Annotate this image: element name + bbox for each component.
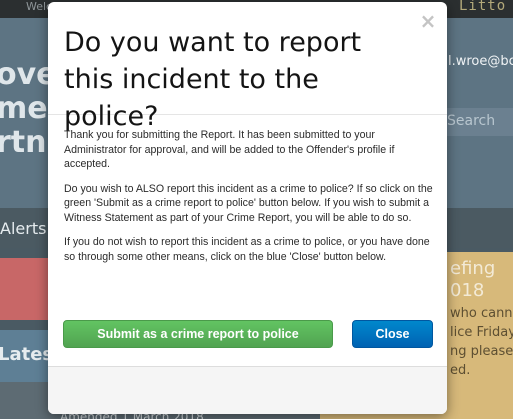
hero-line: rtn (0, 125, 47, 160)
report-police-modal: Do you want to report this incident to t… (48, 2, 447, 414)
submit-crime-report-button[interactable]: Submit as a crime report to police (63, 320, 333, 348)
modal-paragraph: Thank you for submitting the Report. It … (64, 129, 395, 170)
modal-body: Thank you for submitting the Report. It … (64, 128, 434, 274)
briefing-text-line: who cannot (450, 306, 513, 321)
latest-card: Lates (0, 330, 54, 382)
brand-text: Litto (459, 0, 507, 14)
briefing-title: efing 018 (450, 258, 495, 302)
nav-alerts: Alerts (0, 219, 47, 238)
search-placeholder: Search (447, 113, 496, 129)
close-button[interactable]: Close (352, 320, 433, 348)
modal-footer (48, 366, 447, 414)
modal-paragraph: Do you wish to ALSO report this incident… (64, 182, 433, 224)
modal-title: Do you want to report this incident to t… (64, 27, 362, 132)
briefing-text-line: ng please fi (450, 344, 513, 359)
search-input: Search (442, 108, 513, 136)
briefing-title-line: efing (450, 258, 496, 279)
briefing-text: who cannot lice Friday ng please fi ed. (450, 304, 513, 380)
hero-line: me (0, 91, 48, 126)
alert-card (0, 258, 50, 320)
close-icon[interactable]: × (419, 11, 437, 31)
briefing-text-line: ed. (450, 363, 471, 378)
modal-header: Do you want to report this incident to t… (48, 2, 447, 132)
user-email: l.wroe@bcr (448, 54, 513, 69)
briefing-text-line: lice Friday (450, 325, 513, 340)
modal-paragraph: If you do not wish to report this incide… (64, 236, 430, 263)
latest-label: Lates (0, 344, 54, 365)
briefing-title-line: 018 (450, 280, 485, 301)
